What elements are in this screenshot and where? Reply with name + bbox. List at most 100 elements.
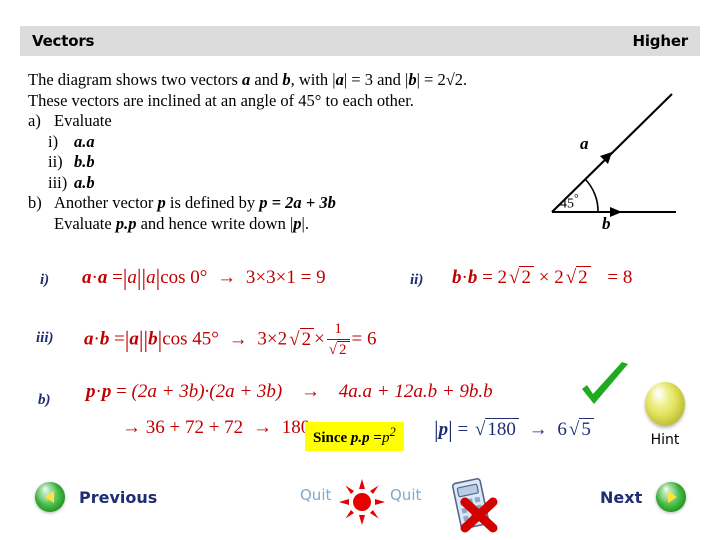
iii-frac-denominator: √ 2 [327,340,350,359]
question-line-1-text-b: , with | [290,70,336,89]
b-lhs-p2: p [101,381,112,402]
next-button[interactable]: Next [600,482,687,512]
iii-arrow: → [228,328,248,350]
mod-equals: = [457,419,469,440]
red-sun-icon[interactable] [338,478,386,526]
question-line-1-text-d: | = 2√2. [416,70,468,89]
mod-result-radicand: 5 [579,418,594,439]
part-b-mod-p: p [293,213,302,233]
answer-marker-i: i) [40,272,50,288]
ii-term2-coef: 2 [554,267,564,288]
question-line-1: The diagram shows two vectors a and b, w… [28,70,548,91]
ii-term1-radicand: 2 [519,266,534,287]
b-result: 4a.a + 12a.b + 9b.b [338,381,493,402]
iii-factor1: 3× [257,328,278,350]
i-lhs-a1: a [82,267,92,288]
question-part-a-items: i) a.a ii) b.b iii) a.b [48,132,548,194]
radical-glyph: √ [568,419,580,440]
sqrt-symbol: √ 2 [564,266,591,287]
mod-p: p [438,419,449,440]
radical-glyph: √ [474,419,486,440]
ii-lhs-b1: b [452,267,462,288]
i-arrow: → [217,267,237,288]
b-line2-arrow2: → [252,417,272,438]
ii-result: = 8 [607,267,633,288]
answer-modulus-p: |p| = √ 180 → 6 √ 5 [434,418,594,441]
iii-mod-a: a [129,328,139,350]
i-mod-a2: a [146,267,156,288]
angle-degree-symbol: ° [574,192,579,205]
sqrt-symbol: √ 2 [287,327,315,350]
difficulty-level-label: Higher [632,32,689,50]
yellow-orb-icon[interactable] [645,382,685,426]
item-marker-iii: iii) [48,172,68,192]
ii-times: × [538,267,550,288]
answer-math-ii: b·b = 2 √ 2 × 2 √ 2 = 8 [452,266,632,287]
iii-cos: cos 45° [162,328,219,350]
sqrt-symbol: √ 2 [327,340,350,359]
sqrt-symbol: √ 180 [473,418,519,439]
green-check-icon [578,362,632,412]
triangle-right-glyph [667,491,677,503]
bar-mid-2: || [138,326,149,352]
part-b-line2: Evaluate p.p and hence write down |p|. [54,214,309,235]
vector-diagram-svg [551,93,676,217]
part-b-line2-text-2: and hence write down | [140,213,294,233]
radical-glyph: √ [328,341,338,358]
answer-math-b-line1: p·p = (2a + 3b)·(2a + 3b) → 4a.a + 12a.b… [86,382,493,401]
part-b-vector-p: p [157,193,166,212]
question-part-b: b) Another vector p is defined by p = 2a… [28,193,548,214]
hint-button[interactable]: Hint [634,382,696,448]
quit-button-left[interactable]: Quit [300,486,331,504]
question-line-1-text-a: The diagram shows two vectors [28,70,238,89]
answer-math-b-line2: → 36 + 72 + 72 → 180 [122,418,310,437]
slide-header-bar: Vectors Higher [20,26,700,56]
iii-equals: = [114,328,125,350]
no-calculator-icon [443,476,505,534]
b-line2-sum: 36 + 72 + 72 [145,417,244,438]
iii-frac-den-radicand: 2 [337,340,350,359]
list-item: iii) a.b [48,173,548,194]
b-equals: = [116,381,127,402]
quit-button-right[interactable]: Quit [390,486,421,504]
mod-arrow: → [528,419,548,440]
part-b-text-1: Another vector [54,193,154,212]
iii-mod-b: b [148,328,158,350]
previous-button[interactable]: Previous [35,482,157,512]
part-b-marker: b) [28,193,42,212]
iii-factor2-radicand: 2 [299,327,315,349]
question-part-a: a) Evaluate [28,111,548,132]
iii-factor2-coef: 2 [277,328,288,350]
b-line2-arrow: → [122,417,141,438]
note-pp: p.p [350,430,370,446]
radical-glyph: √ [289,328,300,350]
radical-glyph: √ [565,267,577,288]
list-item: ii) b.b [48,152,548,173]
part-b-text-2: is defined by [169,193,256,212]
answer-marker-ii: ii) [410,272,424,288]
next-label: Next [600,487,643,507]
iii-fraction: 1 √ 2 [326,321,350,359]
iii-times: × [314,328,325,350]
diagram-angle-label: 45° [560,192,579,213]
previous-label: Previous [79,487,158,507]
quit-label-right: Quit [390,486,422,504]
sqrt-symbol: √ 2 [507,266,534,287]
diagram-label-b: b [602,214,611,233]
part-b-line2-text-3: |. [301,213,309,233]
question-vector-a: a [242,70,251,89]
question-part-b-line2: Evaluate p.p and hence write down |p|. [28,214,548,235]
i-lhs-a2: a [97,267,108,288]
ii-equals: = [482,267,493,288]
part-b-text: Another vector p is defined by p = 2a + … [54,193,336,214]
green-orb-right-icon[interactable] [656,482,687,512]
bar-mid-1: || [136,265,147,290]
part-b-definition: p = 2a + 3b [259,193,336,212]
radical-glyph: √ [509,267,520,288]
triangle-left-glyph [44,491,54,503]
green-orb-left-icon[interactable] [35,482,65,512]
note-equals: = [373,430,382,446]
ii-term1-coef: 2 [497,267,508,288]
i-cos: cos 0° [160,267,208,288]
